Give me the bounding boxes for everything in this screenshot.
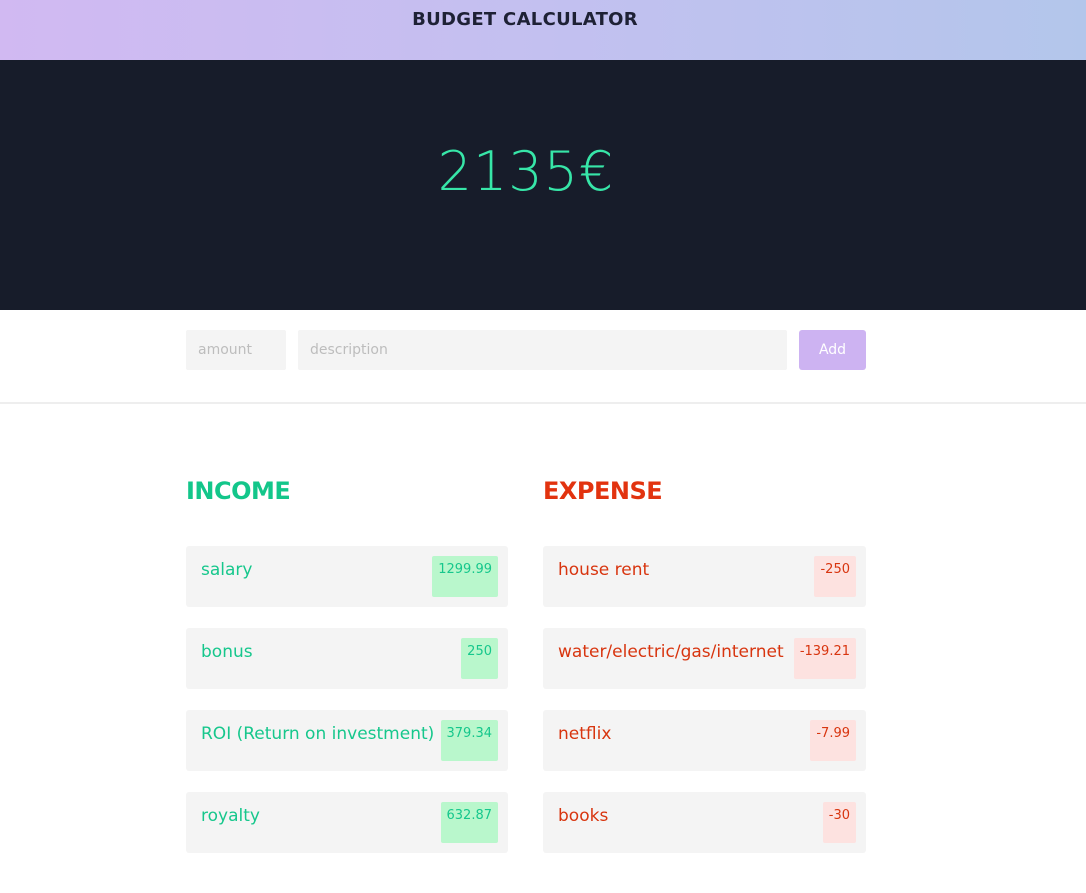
income-item-amount: 1299.99 bbox=[432, 556, 498, 597]
income-item-amount: 632.87 bbox=[440, 802, 498, 843]
expense-item-amount: -139.21 bbox=[793, 638, 856, 679]
income-item-description: ROI (Return on investment) bbox=[201, 724, 435, 744]
expense-item-amount: -7.99 bbox=[810, 720, 856, 761]
app-header: BUDGET CALCULATOR bbox=[0, 0, 1086, 60]
income-item-amount: 379.34 bbox=[440, 720, 498, 761]
expense-title: EXPENSE bbox=[543, 477, 663, 505]
entry-form: Add bbox=[0, 310, 1086, 404]
expense-item[interactable]: books -30 bbox=[543, 792, 866, 853]
income-item-description: salary bbox=[201, 560, 253, 580]
income-item[interactable]: ROI (Return on investment) 379.34 bbox=[186, 710, 508, 771]
income-item-description: bonus bbox=[201, 642, 253, 662]
income-item[interactable]: bonus 250 bbox=[186, 628, 508, 689]
expense-item-description: house rent bbox=[558, 560, 650, 580]
description-input[interactable] bbox=[298, 330, 787, 370]
balance-value: 2135€ bbox=[437, 140, 615, 203]
income-item-amount: 250 bbox=[461, 638, 498, 679]
expense-item[interactable]: house rent -250 bbox=[543, 546, 866, 607]
expense-item-description: books bbox=[558, 806, 609, 826]
amount-input[interactable] bbox=[186, 330, 286, 370]
income-item[interactable]: salary 1299.99 bbox=[186, 546, 508, 607]
income-list: salary 1299.99 bonus 250 ROI (Return on … bbox=[186, 546, 508, 874]
expense-item-amount: -250 bbox=[814, 556, 856, 597]
expense-item[interactable]: netflix -7.99 bbox=[543, 710, 866, 771]
expense-list: house rent -250 water/electric/gas/inter… bbox=[543, 546, 866, 874]
income-title: INCOME bbox=[186, 477, 291, 505]
expense-item-description: water/electric/gas/internet bbox=[558, 642, 784, 662]
app-title: BUDGET CALCULATOR bbox=[412, 9, 638, 30]
income-item[interactable]: royalty 632.87 bbox=[186, 792, 508, 853]
expense-item-description: netflix bbox=[558, 724, 612, 744]
income-item-description: royalty bbox=[201, 806, 260, 826]
balance-panel: 2135€ bbox=[0, 60, 1086, 310]
expense-item-amount: -30 bbox=[822, 802, 856, 843]
expense-item[interactable]: water/electric/gas/internet -139.21 bbox=[543, 628, 866, 689]
add-button[interactable]: Add bbox=[799, 330, 866, 370]
